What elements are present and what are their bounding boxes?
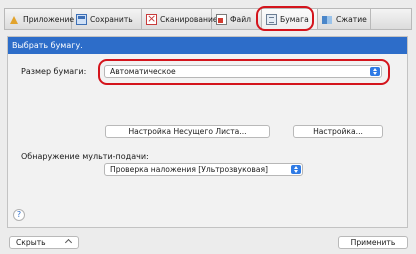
- tab-file-label: Файл: [230, 14, 251, 24]
- select-stepper-icon: [291, 165, 301, 174]
- multifeed-detection-select[interactable]: Проверка наложения [Ультрозвуковая]: [104, 163, 303, 176]
- hide-button-label: Скрыть: [16, 238, 46, 247]
- settings-button[interactable]: Настройка...: [293, 125, 383, 138]
- tab-save[interactable]: Сохранить: [72, 9, 142, 29]
- application-icon: [9, 14, 20, 25]
- tab-compression-label: Сжатие: [336, 14, 367, 24]
- scan-icon: [146, 12, 157, 26]
- tab-compression[interactable]: Сжатие: [318, 9, 371, 29]
- tab-scan-label: Сканирование: [160, 14, 218, 24]
- help-icon[interactable]: ?: [13, 209, 25, 221]
- tab-scan[interactable]: Сканирование: [142, 9, 218, 29]
- paper-tab-highlight: [256, 6, 314, 31]
- paper-panel: Выбрать бумагу. Размер бумаги: Автоматич…: [7, 36, 408, 228]
- apply-button[interactable]: Применить: [338, 236, 408, 249]
- chevron-up-icon: [64, 238, 73, 247]
- paper-size-label: Размер бумаги:: [21, 67, 87, 76]
- compression-icon: [322, 14, 333, 25]
- tab-bar: Приложение Сохранить Сканирование Файл Б…: [4, 8, 412, 30]
- carrier-sheet-settings-button[interactable]: Настройка Несущего Листа...: [105, 125, 270, 138]
- file-icon: [216, 13, 227, 25]
- paper-size-highlight: [98, 59, 390, 85]
- multifeed-detection-value: Проверка наложения [Ультрозвуковая]: [110, 165, 269, 174]
- save-icon: [76, 13, 87, 25]
- multifeed-detection-label: Обнаружение мульти-подачи:: [21, 152, 149, 161]
- tab-save-label: Сохранить: [90, 14, 133, 24]
- tab-application-label: Приложение: [23, 14, 75, 24]
- panel-header: Выбрать бумагу.: [8, 37, 407, 54]
- tab-application[interactable]: Приложение: [5, 9, 75, 29]
- hide-button[interactable]: Скрыть: [9, 236, 79, 249]
- tab-file[interactable]: Файл: [212, 9, 262, 29]
